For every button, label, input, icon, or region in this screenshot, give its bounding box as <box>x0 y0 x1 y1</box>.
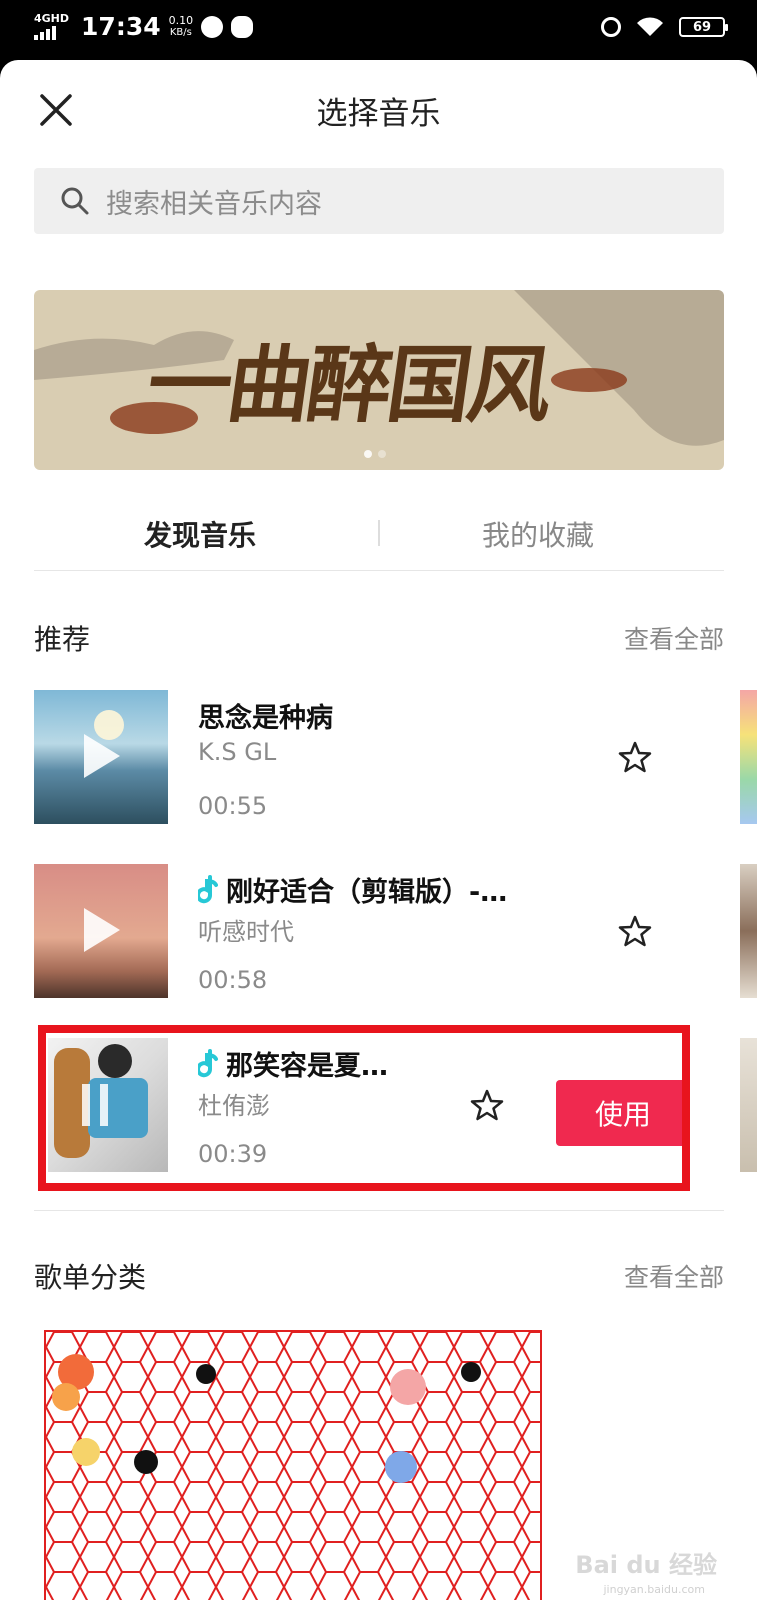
page-title: 选择音乐 <box>316 96 441 132</box>
net-speed-unit: KB/s <box>169 26 192 38</box>
net-speed-value: 0.10 <box>168 13 194 27</box>
signal-indicator: 4GHD <box>34 13 69 40</box>
recommend-header: 推荐 查看全部 <box>34 618 724 658</box>
next-card-peek <box>740 864 757 998</box>
clock: 17:34 <box>81 12 161 41</box>
album-cover[interactable] <box>34 690 168 824</box>
tab-discover[interactable]: 发现音乐 <box>144 514 256 554</box>
planet-icon <box>201 15 224 38</box>
pager-dot-active <box>364 450 372 458</box>
battery-icon: 69 <box>679 17 728 37</box>
next-card-peek <box>740 690 757 824</box>
section-title: 歌单分类 <box>34 1261 147 1294</box>
next-card-peek <box>740 1038 757 1172</box>
star-icon[interactable] <box>618 914 652 948</box>
pager-dot <box>378 450 386 458</box>
tab-bar: 发现音乐 我的收藏 <box>34 500 724 571</box>
song-title: 思念是种病 <box>198 703 333 734</box>
banner-pager <box>364 450 386 458</box>
song-row[interactable]: 思念是种病 K.S GL 00:55 <box>34 690 724 824</box>
search-input[interactable]: 搜索相关音乐内容 <box>34 168 724 234</box>
status-bar: 4GHD 17:34 0.10 KB/s 69 <box>0 0 757 62</box>
view-all-link[interactable]: 查看全部 <box>624 1258 724 1294</box>
mosaic-pattern <box>46 1332 540 1600</box>
star-icon[interactable] <box>618 740 652 774</box>
header: 选择音乐 <box>0 60 757 160</box>
section-title: 推荐 <box>34 623 91 656</box>
search-placeholder: 搜索相关音乐内容 <box>106 188 322 220</box>
playlist-category-card[interactable] <box>44 1330 542 1600</box>
view-all-link[interactable]: 查看全部 <box>624 620 724 656</box>
banner-title: 一曲醉国风 <box>141 335 556 434</box>
song-title: 刚好适合（剪辑版）-… <box>198 870 507 909</box>
song-artist: 听感时代 <box>198 918 294 946</box>
tab-favorites[interactable]: 我的收藏 <box>482 514 594 554</box>
playlist-header: 歌单分类 查看全部 <box>34 1256 724 1296</box>
signal-icon <box>34 26 69 40</box>
play-icon <box>84 908 120 952</box>
app-notification-icon <box>231 15 254 38</box>
song-duration: 00:58 <box>198 966 268 994</box>
battery-level: 69 <box>692 19 712 35</box>
music-picker-sheet: 选择音乐 搜索相关音乐内容 一曲醉国风 发现音乐 我的收藏 推荐 查看全部 思念… <box>0 60 757 1600</box>
net-speed: 0.10 KB/s <box>168 13 194 39</box>
network-type: 4GHD <box>34 12 70 25</box>
song-duration: 00:55 <box>198 792 268 820</box>
song-row[interactable]: 刚好适合（剪辑版）-… 听感时代 00:58 <box>34 864 724 998</box>
highlight-box <box>38 1025 690 1191</box>
wifi-icon <box>637 17 663 36</box>
album-cover[interactable] <box>34 864 168 998</box>
watermark-url: jingyan.baidu.com <box>603 1583 705 1596</box>
watermark: Bai du 经验 <box>575 1551 717 1579</box>
song-title-text: 刚好适合（剪辑版）-… <box>226 877 508 908</box>
promo-banner[interactable]: 一曲醉国风 <box>34 290 724 470</box>
search-icon <box>61 187 89 215</box>
divider <box>34 1210 724 1211</box>
music-note-icon <box>198 874 218 903</box>
tab-divider <box>378 520 380 546</box>
alarm-icon <box>601 17 621 37</box>
play-icon <box>84 734 120 778</box>
song-artist: K.S GL <box>198 738 277 766</box>
